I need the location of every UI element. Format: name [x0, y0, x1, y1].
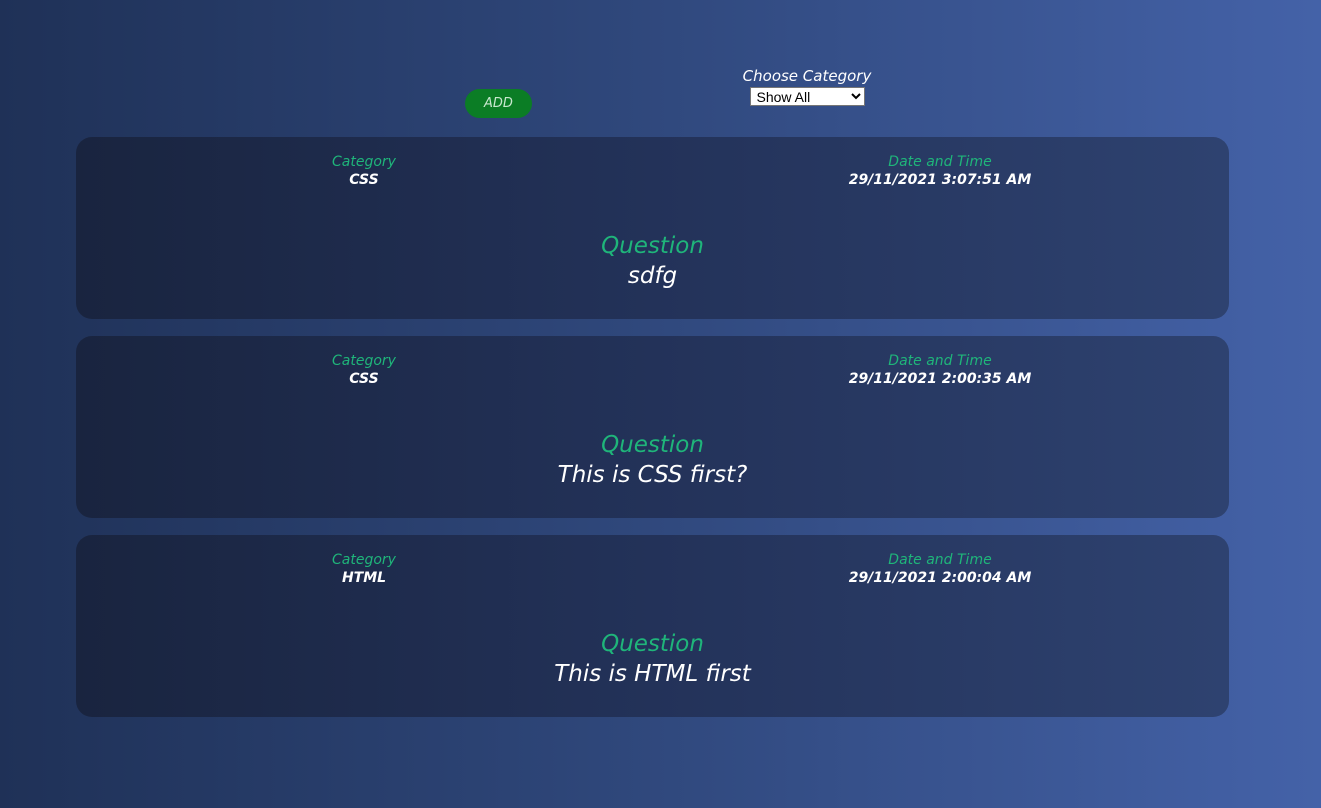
question-label: Question — [601, 233, 704, 259]
question-block: Question sdfg — [76, 231, 1229, 291]
question-text: This is HTML first — [554, 661, 751, 687]
question-card: Category CSS Date and Time 29/11/2021 2:… — [76, 336, 1229, 518]
datetime-label: Date and Time — [888, 154, 992, 170]
datetime-value: 29/11/2021 2:00:35 AM — [848, 371, 1032, 387]
datetime-value: 29/11/2021 2:00:04 AM — [848, 570, 1032, 586]
question-block: Question This is HTML first — [76, 629, 1229, 689]
filter-label: Choose Category — [742, 67, 872, 85]
question-card: Category CSS Date and Time 29/11/2021 3:… — [76, 137, 1229, 319]
category-select[interactable]: Show All — [749, 87, 865, 106]
toolbar: ADD Choose Category Show All — [0, 0, 1321, 130]
add-button[interactable]: ADD — [465, 89, 532, 118]
question-card: Category HTML Date and Time 29/11/2021 2… — [76, 535, 1229, 717]
datetime-block: Date and Time 29/11/2021 2:00:35 AM — [790, 352, 1090, 388]
question-label: Question — [601, 631, 704, 657]
category-block: Category CSS — [264, 153, 464, 189]
category-block: Category HTML — [264, 551, 464, 587]
datetime-label: Date and Time — [888, 353, 992, 369]
category-value: HTML — [341, 570, 387, 586]
category-filter: Choose Category Show All — [727, 66, 887, 106]
category-label: Category — [332, 353, 396, 369]
datetime-block: Date and Time 29/11/2021 2:00:04 AM — [790, 551, 1090, 587]
question-block: Question This is CSS first? — [76, 430, 1229, 490]
category-value: CSS — [349, 172, 379, 188]
category-block: Category CSS — [264, 352, 464, 388]
question-label: Question — [601, 432, 704, 458]
question-text: sdfg — [627, 263, 678, 289]
category-value: CSS — [349, 371, 379, 387]
category-label: Category — [332, 154, 396, 170]
page: { "toolbar": { "add_label": "ADD", "filt… — [0, 0, 1321, 808]
datetime-block: Date and Time 29/11/2021 3:07:51 AM — [790, 153, 1090, 189]
question-text: This is CSS first? — [557, 462, 748, 488]
datetime-label: Date and Time — [888, 552, 992, 568]
datetime-value: 29/11/2021 3:07:51 AM — [848, 172, 1032, 188]
category-label: Category — [332, 552, 396, 568]
